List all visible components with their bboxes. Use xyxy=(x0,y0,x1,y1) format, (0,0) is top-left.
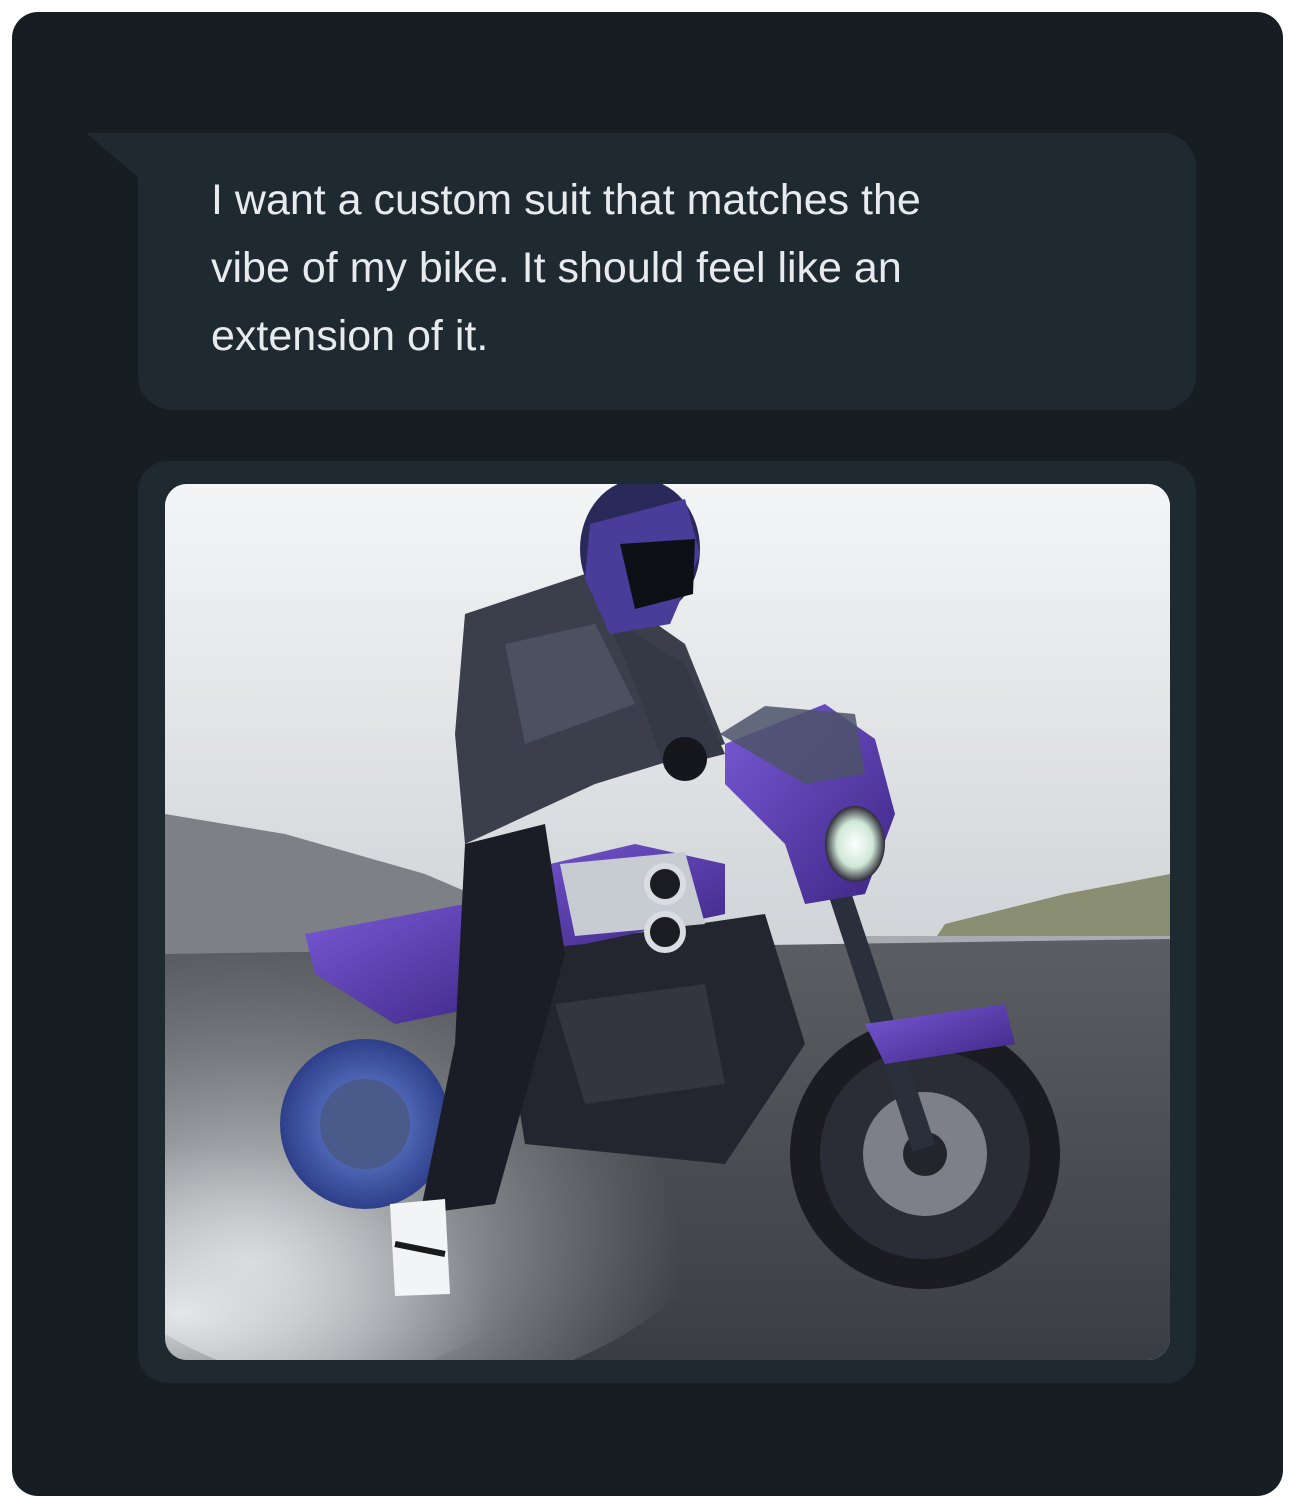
message-bubble: I want a custom suit that matches the vi… xyxy=(138,133,1196,410)
chat-window: I want a custom suit that matches the vi… xyxy=(12,12,1283,1496)
motorcycle-photo[interactable] xyxy=(165,484,1170,1360)
bubble-tail xyxy=(86,133,140,179)
image-attachment-card[interactable] xyxy=(138,461,1196,1383)
message-text: I want a custom suit that matches the vi… xyxy=(211,176,921,360)
